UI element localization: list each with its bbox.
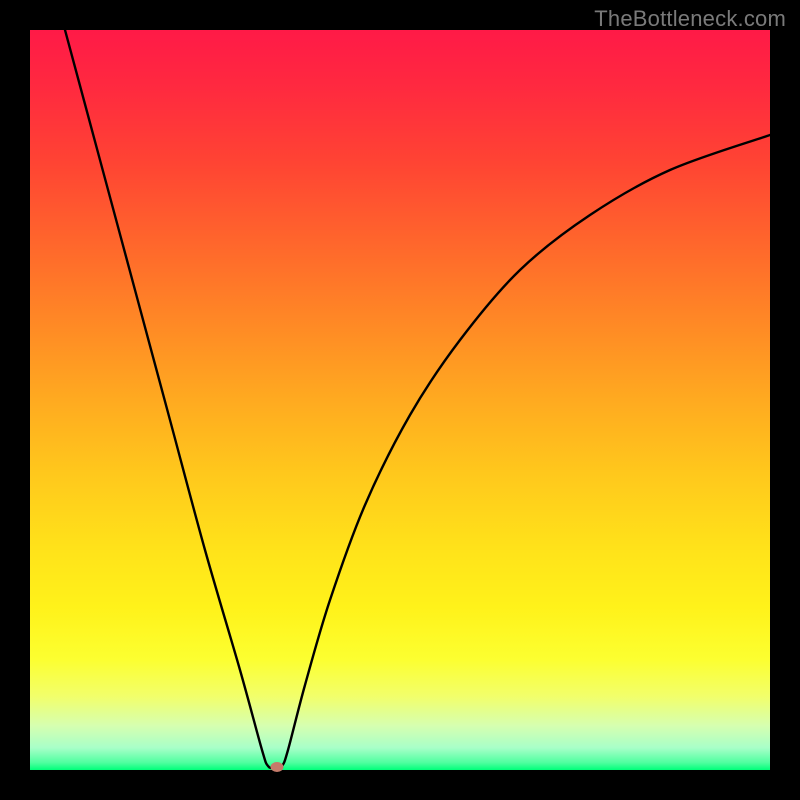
bottleneck-curve <box>30 30 770 770</box>
watermark-text: TheBottleneck.com <box>594 6 786 32</box>
minimum-marker <box>271 762 284 772</box>
plot-area <box>30 30 770 770</box>
chart-frame: TheBottleneck.com <box>0 0 800 800</box>
